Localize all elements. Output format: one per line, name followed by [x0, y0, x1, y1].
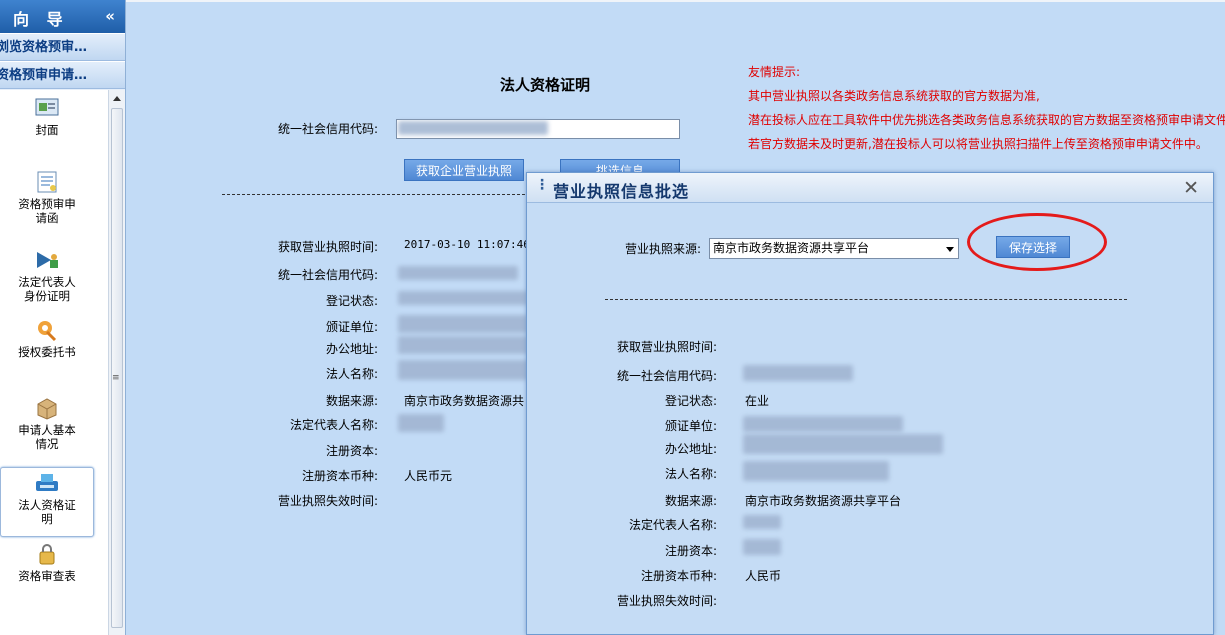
dialog-field-label: 登记状态: — [664, 394, 717, 408]
sidebar-item-label: 法定代表人身份证明 — [18, 275, 76, 303]
tips-line-2: 潜在投标人应在工具软件中优先挑选各类政务信息系统获取的官方数据至资格预审申请文件 — [748, 113, 1225, 127]
dialog-field-label: 法人名称: — [664, 467, 717, 481]
license-select-dialog: ⋮ 营业执照信息批选 ✕ 营业执照来源: 南京市政务数据资源共享平台 保存选择 … — [526, 172, 1214, 635]
sidebar-item-list: 封面 资格预审申请函 法定代表人身份证明 授权委托书 申请人基本情况 法人资格证… — [0, 90, 108, 635]
scroll-thumb[interactable] — [111, 108, 123, 628]
sidebar-item-label: 封面 — [35, 123, 59, 137]
drag-handle-icon[interactable]: ⋮ — [535, 177, 549, 193]
dialog-field-label: 颁证单位: — [664, 419, 717, 433]
get-license-button[interactable]: 获取企业营业执照 — [404, 159, 524, 181]
tips-title: 友情提示: — [748, 65, 801, 79]
field-label: 办公地址: — [325, 342, 378, 356]
dialog-field-label: 数据来源: — [664, 494, 717, 508]
dialog-field-label: 获取营业执照时间: — [616, 340, 717, 354]
dialog-field-value: 人民币 — [745, 569, 782, 583]
field-label: 登记状态: — [325, 294, 378, 308]
sidebar-title: 向 导 — [13, 10, 69, 29]
legal-rep-id-icon — [37, 252, 58, 268]
sidebar-header: 向 导 « — [0, 0, 125, 33]
dialog-field-label: 统一社会信用代码: — [616, 369, 717, 383]
field-value: 人民币元 — [404, 469, 453, 483]
field-label: 数据来源: — [325, 394, 378, 408]
field-label: 注册资本: — [325, 444, 378, 458]
close-icon[interactable]: ✕ — [1183, 177, 1199, 199]
authorization-icon — [38, 321, 57, 342]
dialog-field-value: 在业 — [745, 394, 770, 408]
scroll-up-icon[interactable] — [113, 96, 121, 101]
field-value: 2017-03-10 11:07:46 — [404, 238, 530, 251]
page-title: 法人资格证明 — [500, 76, 591, 94]
credit-code-label: 统一社会信用代码: — [277, 122, 378, 136]
field-label: 注册资本币种: — [301, 469, 378, 483]
application-letter-icon — [37, 171, 57, 193]
dialog-title: 营业执照信息批选 — [553, 182, 690, 201]
tips-line-3: 若官方数据未及时更新,潜在投标人可以将营业执照扫描件上传至资格预审申请文件中。 — [748, 137, 1208, 151]
sidebar-item-label: 资格预审申请函 — [18, 197, 76, 225]
dialog-field-label: 法定代表人名称: — [628, 518, 717, 532]
sidebar-item-applicant-info[interactable]: 申请人基本情况 — [0, 396, 94, 456]
field-label: 法定代表人名称: — [289, 418, 378, 432]
review-form-icon — [39, 544, 55, 565]
applicant-info-icon — [37, 398, 57, 420]
dialog-field-label: 注册资本: — [664, 544, 717, 558]
field-label: 获取营业执照时间: — [277, 240, 378, 254]
cover-icon — [35, 98, 59, 116]
sidebar-item-application-letter[interactable]: 资格预审申请函 — [0, 170, 94, 230]
field-label: 统一社会信用代码: — [277, 268, 378, 282]
sidebar-item-legal-rep-id[interactable]: 法定代表人身份证明 — [0, 248, 94, 308]
dialog-divider — [605, 299, 1127, 300]
tips-box: 友情提示: 其中营业执照以各类政务信息系统获取的官方数据为准, 潜在投标人应在工… — [748, 60, 1225, 156]
sidebar-link-browse[interactable]: 浏览资格预审… — [0, 33, 125, 61]
sidebar-item-label: 申请人基本情况 — [18, 423, 76, 451]
dialog-field-label: 营业执照失效时间: — [616, 594, 717, 608]
sidebar-item-review-form[interactable]: 资格审查表 — [0, 542, 94, 592]
sidebar-item-label: 资格审查表 — [18, 569, 76, 583]
sidebar-link-apply[interactable]: 资格预审申请… — [0, 61, 125, 89]
field-value: 南京市政务数据资源共 — [404, 394, 525, 408]
tips-line-1: 其中营业执照以各类政务信息系统获取的官方数据为准, — [748, 89, 1040, 103]
sidebar-item-cover[interactable]: 封面 — [0, 96, 94, 144]
sidebar-scrollbar[interactable]: ≡ — [108, 90, 125, 635]
sidebar-item-authorization[interactable]: 授权委托书 — [0, 318, 94, 366]
legal-person-cert-icon — [36, 474, 58, 491]
sidebar-item-label: 授权委托书 — [18, 345, 76, 359]
sidebar-item-label: 法人资格证明 — [18, 498, 76, 526]
dialog-field-label: 注册资本币种: — [640, 569, 717, 583]
chevron-down-icon[interactable] — [946, 247, 954, 252]
field-label: 颁证单位: — [325, 320, 378, 334]
highlight-ring — [967, 213, 1107, 271]
sidebar: 向 导 « 浏览资格预审… 资格预审申请… 封面 资格预审申请函 法定代表人身份… — [0, 0, 126, 635]
source-select[interactable]: 南京市政务数据资源共享平台 — [709, 238, 959, 259]
source-select-value: 南京市政务数据资源共享平台 — [713, 241, 870, 255]
scroll-grip-icon: ≡ — [112, 373, 120, 383]
dialog-field-value: 南京市政务数据资源共享平台 — [745, 494, 902, 508]
divider — [222, 194, 530, 195]
field-label: 营业执照失效时间: — [277, 494, 378, 508]
dialog-header[interactable]: ⋮ 营业执照信息批选 ✕ — [527, 173, 1213, 203]
field-label: 法人名称: — [325, 367, 378, 381]
sidebar-item-legal-person-cert[interactable]: 法人资格证明 — [0, 467, 94, 537]
collapse-icon[interactable]: « — [105, 7, 115, 25]
source-label: 营业执照来源: — [624, 242, 701, 256]
dialog-field-label: 办公地址: — [664, 442, 717, 456]
